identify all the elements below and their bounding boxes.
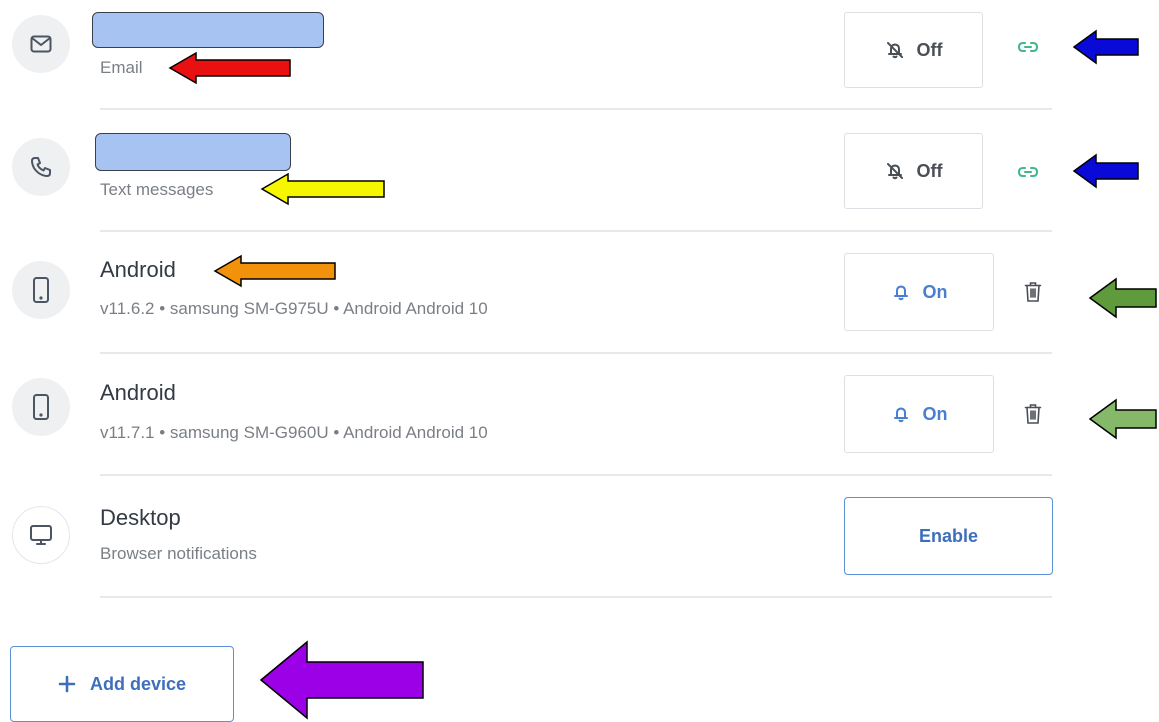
device-details: v11.6.2 • samsung SM-G975U • Android And… <box>100 299 488 318</box>
monitor-icon-circle <box>12 506 70 564</box>
device-notification-toggle[interactable]: On <box>844 253 994 331</box>
email-subtitle: Email <box>100 58 143 77</box>
orange-arrow-annotation <box>213 254 336 288</box>
plus-icon <box>58 675 76 693</box>
trash-icon[interactable] <box>1024 281 1042 308</box>
email-toggle-label: Off <box>916 39 943 60</box>
redacted-email-address <box>92 12 324 48</box>
row-divider <box>100 230 1052 232</box>
mobile-icon-circle <box>12 378 70 436</box>
device-name: Android <box>100 257 176 282</box>
bell-off-icon <box>886 42 903 59</box>
blue-arrow-annotation <box>1072 153 1139 189</box>
device-name: Android <box>100 380 176 405</box>
blue-arrow-annotation <box>1072 29 1139 65</box>
redacted-phone-number <box>95 133 291 171</box>
row-divider <box>100 474 1052 476</box>
purple-arrow-annotation <box>259 640 424 720</box>
sms-toggle-label: Off <box>916 160 943 181</box>
email-icon-circle <box>12 15 70 73</box>
mobile-device-icon <box>33 277 49 303</box>
trash-icon[interactable] <box>1024 403 1042 430</box>
enable-button[interactable]: Enable <box>844 497 1053 575</box>
bell-icon <box>893 285 908 301</box>
phone-icon-circle <box>12 138 70 196</box>
light-green-arrow-annotation <box>1088 398 1157 440</box>
bell-off-icon <box>886 163 903 180</box>
device-toggle-label: On <box>922 281 948 302</box>
email-notification-toggle[interactable]: Off <box>844 12 983 88</box>
row-divider <box>100 596 1052 598</box>
envelope-icon <box>30 35 52 53</box>
phone-icon <box>31 157 51 177</box>
add-device-label: Add device <box>89 673 187 694</box>
red-arrow-annotation <box>168 51 291 85</box>
device-name: Desktop <box>100 505 181 530</box>
mobile-icon-circle <box>12 261 70 319</box>
sms-link-icon[interactable] <box>1017 165 1039 184</box>
device-details: v11.7.1 • samsung SM-G960U • Android And… <box>100 423 488 442</box>
row-divider <box>100 352 1052 354</box>
device-notification-toggle[interactable]: On <box>844 375 994 453</box>
row-divider <box>100 108 1052 110</box>
green-arrow-annotation <box>1088 277 1157 319</box>
device-details: Browser notifications <box>100 544 257 563</box>
device-toggle-label: On <box>922 403 948 424</box>
sms-subtitle: Text messages <box>100 180 214 199</box>
email-link-icon[interactable] <box>1017 40 1039 59</box>
mobile-device-icon <box>33 394 49 420</box>
monitor-icon <box>30 525 52 545</box>
yellow-arrow-annotation <box>260 172 385 206</box>
add-device-button[interactable]: Add device <box>10 646 234 722</box>
bell-icon <box>893 407 908 423</box>
sms-notification-toggle[interactable]: Off <box>844 133 983 209</box>
